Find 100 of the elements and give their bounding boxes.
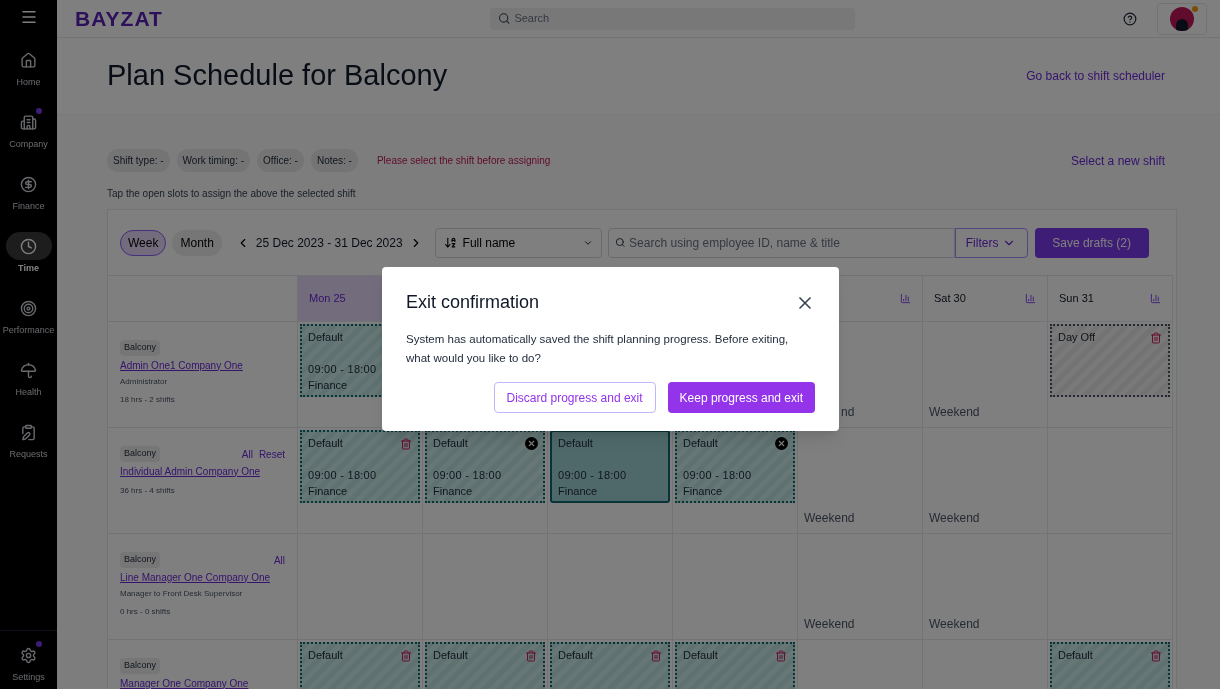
weekend-label: nd bbox=[841, 404, 855, 421]
trash-icon[interactable] bbox=[1150, 650, 1162, 662]
shift-name: Default bbox=[433, 648, 468, 663]
employee-title: Administrator bbox=[120, 375, 168, 388]
home-icon bbox=[20, 51, 37, 69]
row-action-link[interactable]: All bbox=[241, 446, 253, 462]
day-off-slot[interactable]: Day Off bbox=[1050, 324, 1170, 397]
row-action-link[interactable]: Reset bbox=[258, 446, 285, 462]
office-tag: Balcony bbox=[120, 446, 161, 462]
office-tag: Balcony bbox=[120, 658, 161, 674]
chart-icon[interactable] bbox=[1150, 293, 1161, 304]
search-icon bbox=[498, 12, 511, 25]
employee-search-field[interactable]: Search using employee ID, name & title bbox=[607, 227, 955, 258]
shift-time: 09:00 - 18:00 bbox=[308, 467, 377, 483]
shift-summary: 0 hrs - 0 shifts bbox=[120, 605, 171, 618]
employee-name-link[interactable]: Line Manager One Company One bbox=[120, 569, 271, 585]
shift-time: 09:00 - 18:00 bbox=[683, 467, 752, 483]
shift-slot[interactable]: Default 09:00 - 18:00 Finance bbox=[300, 430, 420, 503]
employee-name-link[interactable]: Admin One1 Company One bbox=[120, 357, 243, 373]
sort-select[interactable]: Full name bbox=[434, 227, 602, 258]
shift-slot[interactable]: Default 09:00 - 18:00 Finance bbox=[425, 430, 545, 503]
hint-text: Tap the open slots to assign the above the selected shift bbox=[107, 187, 357, 201]
logo[interactable]: BAYZAT bbox=[75, 2, 163, 35]
day-header: Sat 30 bbox=[923, 275, 1048, 321]
search-input[interactable]: Search using employee ID, name & title bbox=[629, 233, 948, 252]
avatar-button[interactable] bbox=[1157, 2, 1207, 35]
schedule-cell[interactable]: Day Off bbox=[1048, 321, 1173, 427]
back-link[interactable]: Go back to shift scheduler bbox=[1026, 67, 1165, 85]
filters-button[interactable]: Filters bbox=[954, 227, 1028, 258]
trash-icon[interactable] bbox=[775, 650, 787, 662]
remove-icon[interactable] bbox=[525, 437, 538, 450]
nav-item[interactable]: Performance bbox=[0, 290, 57, 340]
select-shift-link[interactable]: Select a new shift bbox=[1070, 151, 1165, 170]
warning-text: Please select the shift before assigning bbox=[376, 154, 551, 168]
row-action-link[interactable]: All bbox=[273, 552, 285, 568]
shift-info-chip: Work timing: - bbox=[176, 149, 251, 172]
shift-summary: 18 hrs - 2 shifts bbox=[120, 393, 175, 406]
nav-item[interactable]: Company bbox=[0, 104, 57, 154]
nav-item[interactable]: Health bbox=[0, 352, 57, 402]
nav-item[interactable]: Requests bbox=[0, 414, 57, 464]
weekend-label: Weekend bbox=[804, 510, 855, 527]
shift-slot[interactable]: Default 09:00 - 18:00 Finance bbox=[675, 430, 795, 503]
building-icon bbox=[20, 113, 37, 131]
employee-name-link[interactable]: Manager One Company One bbox=[120, 675, 249, 689]
shift-name: Default bbox=[308, 330, 343, 345]
shift-department: Finance bbox=[433, 484, 473, 499]
trash-icon[interactable] bbox=[400, 438, 412, 450]
office-tag: Balcony bbox=[120, 552, 161, 568]
search-field[interactable]: Search bbox=[490, 7, 855, 30]
target-icon bbox=[20, 299, 37, 317]
trash-icon[interactable] bbox=[525, 650, 537, 662]
page-title: Plan Schedule for Balcony bbox=[107, 58, 448, 94]
trash-icon[interactable] bbox=[400, 650, 412, 662]
schedule-cell[interactable]: Weekend bbox=[798, 533, 923, 639]
menu-icon[interactable] bbox=[19, 8, 38, 26]
weekend-label: Weekend bbox=[929, 616, 980, 633]
weekend-label: Weekend bbox=[929, 510, 980, 527]
shift-name: Default bbox=[683, 648, 718, 663]
shift-department: Finance bbox=[308, 484, 348, 499]
search-input[interactable]: Search bbox=[514, 10, 847, 27]
shift-department: Finance bbox=[558, 484, 598, 499]
shift-name: Default bbox=[683, 436, 718, 451]
shift-name: Default bbox=[558, 648, 593, 663]
office-tag: Balcony bbox=[120, 340, 161, 356]
shift-department: Finance bbox=[308, 378, 348, 393]
schedule-cell[interactable]: Weekend bbox=[923, 427, 1048, 533]
employee-name-link[interactable]: Individual Admin Company One bbox=[120, 463, 261, 479]
sort-value: Full name bbox=[462, 234, 516, 252]
employee-title: Manager to Front Desk Supervisor bbox=[120, 587, 243, 600]
nav-item[interactable]: Finance bbox=[0, 166, 57, 216]
clock-icon bbox=[20, 237, 37, 255]
schedule-cell[interactable]: Weekend bbox=[923, 321, 1048, 427]
search-icon bbox=[614, 237, 626, 248]
shift-time: 09:00 - 18:00 bbox=[433, 467, 502, 483]
help-icon[interactable] bbox=[1123, 11, 1137, 26]
shift-name: Default bbox=[308, 436, 343, 451]
day-header: Sun 31 bbox=[1048, 275, 1173, 321]
remove-icon[interactable] bbox=[775, 437, 788, 450]
shift-name: Default bbox=[1058, 648, 1093, 663]
shift-slot[interactable]: Default 09:00 - 18:00 Finance bbox=[550, 430, 670, 503]
view-tab[interactable]: Month bbox=[172, 229, 222, 256]
nav-item[interactable]: Settings bbox=[0, 637, 57, 687]
schedule-cell[interactable]: Default 09:00 - 18:00 Finance bbox=[298, 427, 423, 533]
date-range: 25 Dec 2023 - 31 Dec 2023 bbox=[255, 234, 403, 252]
save-drafts-button[interactable]: Save drafts (2) bbox=[1034, 227, 1149, 258]
shift-name: Default bbox=[433, 436, 468, 451]
chart-icon[interactable] bbox=[900, 293, 911, 304]
keep-button[interactable]: Keep progress and exit bbox=[667, 382, 815, 413]
shift-name: Default bbox=[558, 436, 593, 451]
view-tab[interactable]: Week bbox=[120, 229, 167, 256]
trash-icon[interactable] bbox=[650, 650, 662, 662]
schedule-cell[interactable]: Weekend bbox=[923, 533, 1048, 639]
shift-summary: 36 hrs - 4 shifts bbox=[120, 484, 175, 497]
umbrella-icon bbox=[20, 361, 37, 379]
dollar-icon bbox=[20, 175, 37, 193]
chart-icon[interactable] bbox=[1025, 293, 1036, 304]
nav-item[interactable]: Time bbox=[0, 228, 57, 278]
trash-icon[interactable] bbox=[1150, 332, 1162, 344]
nav-item[interactable]: Home bbox=[0, 42, 57, 92]
discard-button[interactable]: Discard progress and exit bbox=[493, 382, 656, 413]
